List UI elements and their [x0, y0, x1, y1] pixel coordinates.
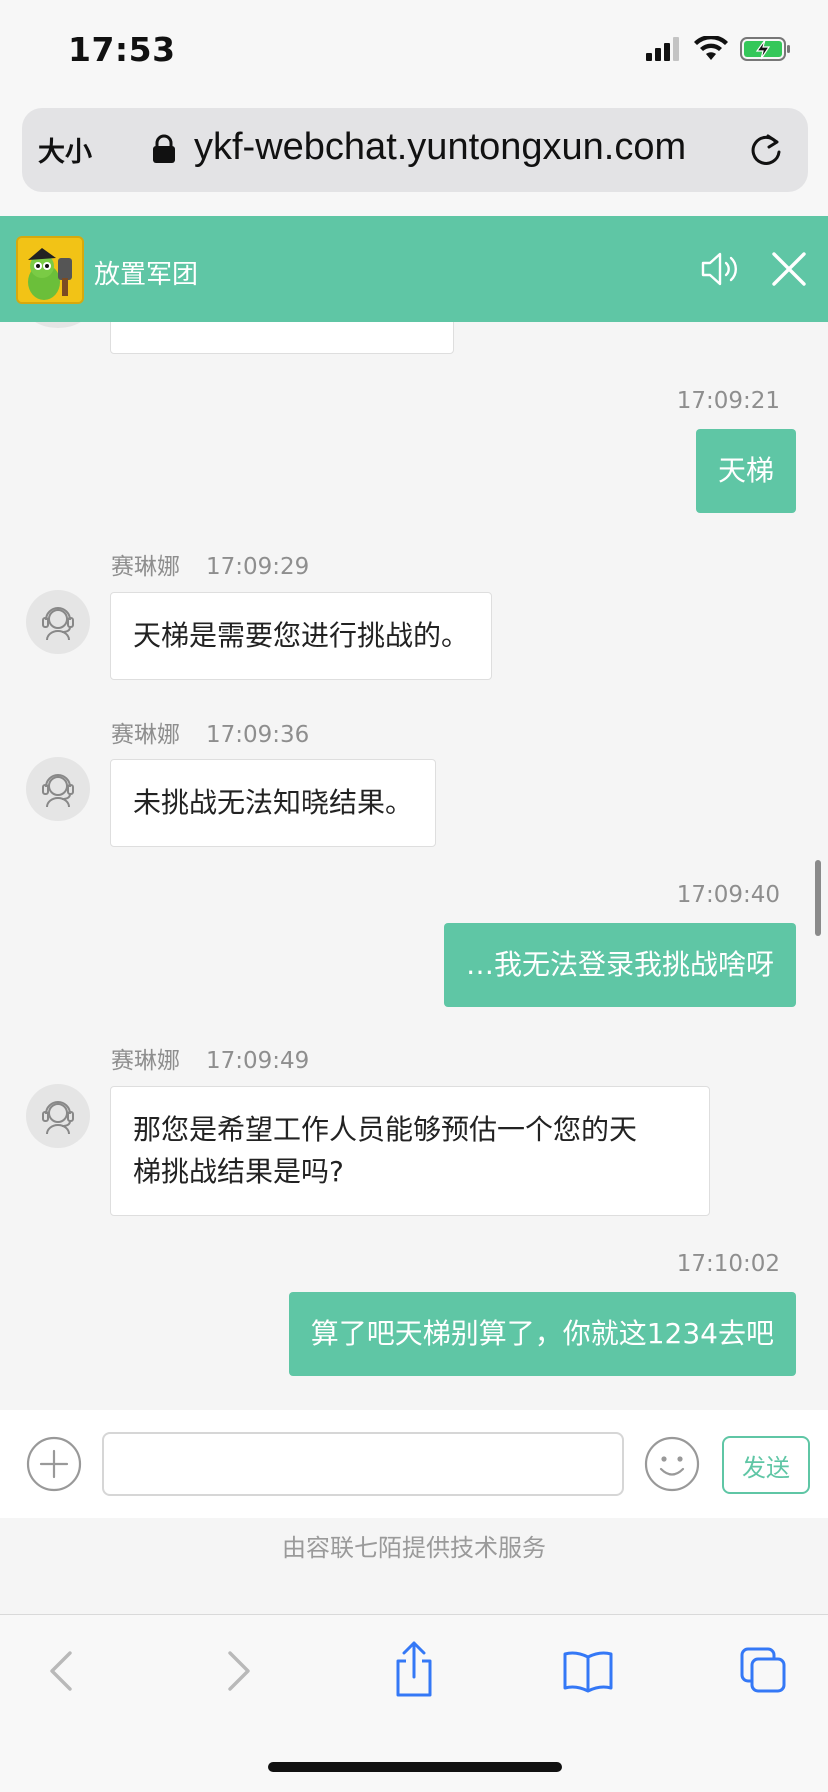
agent-message-line: 那您是希望工作人员能够预估一个您的天 [133, 1113, 638, 1146]
user-message-bubble: 天梯 [695, 429, 796, 513]
agent-avatar [26, 322, 90, 328]
forward-arrow-icon[interactable] [224, 1647, 254, 1695]
agent-message-bubble: 未挑战无法知晓结果。 [110, 759, 437, 847]
agent-name: 赛琳娜 [111, 554, 180, 580]
user-message-bubble: 算了吧天梯别算了，你就这1234去吧 [288, 1292, 796, 1376]
emoji-icon[interactable] [644, 1436, 700, 1492]
chat-header: 放置军团 [0, 216, 828, 322]
status-icons [646, 36, 792, 62]
message-input[interactable] [102, 1432, 624, 1496]
agent-message-line: 梯挑战结果是吗? [133, 1155, 344, 1188]
wifi-icon [694, 36, 728, 60]
game-character-logo [18, 238, 82, 302]
agent-avatar [26, 590, 90, 654]
scrollbar-thumb[interactable] [815, 860, 821, 936]
customer-service-headset-icon [42, 774, 74, 808]
url-text[interactable]: ykf-webchat.yuntongxun.com [194, 126, 686, 169]
agent-meta: 赛琳娜 17:09:49 [111, 1041, 309, 1075]
customer-service-headset-icon [42, 607, 74, 641]
battery-charging-icon [740, 37, 790, 61]
tabs-icon[interactable] [738, 1645, 788, 1695]
message-timestamp: 17:09:36 [206, 722, 310, 748]
chat-title: 放置军团 [94, 260, 199, 290]
message-timestamp: 17:09:29 [206, 554, 310, 580]
close-icon[interactable] [770, 250, 808, 288]
text-size-button[interactable]: 大小 [38, 130, 92, 169]
bookmarks-icon[interactable] [562, 1649, 614, 1693]
speaker-icon[interactable] [700, 250, 742, 288]
back-arrow-icon[interactable] [46, 1647, 76, 1695]
home-indicator [268, 1762, 562, 1772]
message-list[interactable]: 17:09:21 天梯 赛琳娜 17:09:29 天梯是需要您进行挑战的。 赛琳娜… [0, 322, 828, 1410]
cellular-signal-icon [646, 37, 679, 61]
send-button[interactable]: 发送 [722, 1436, 810, 1494]
agent-message-bubble: 天梯是需要您进行挑战的。 [110, 592, 493, 680]
agent-message-bubble: 那您是希望工作人员能够预估一个您的天 梯挑战结果是吗? [110, 1086, 710, 1216]
message-bubble-partial [110, 322, 454, 354]
agent-avatar [26, 1084, 90, 1148]
user-message-bubble: …我无法登录我挑战啥呀 [443, 923, 796, 1007]
input-bar: 发送 [0, 1410, 828, 1518]
add-icon[interactable] [26, 1436, 82, 1492]
agent-name: 赛琳娜 [111, 722, 180, 748]
share-icon[interactable] [390, 1639, 438, 1699]
agent-avatar [26, 757, 90, 821]
message-timestamp: 17:09:21 [676, 388, 780, 414]
status-time: 17:53 [68, 30, 176, 69]
app-logo [16, 236, 84, 304]
powered-by-text: 由容联七陌提供技术服务 [282, 1534, 546, 1562]
address-bar[interactable]: 大小 ykf-webchat.yuntongxun.com [22, 108, 808, 192]
reload-icon[interactable] [746, 130, 786, 170]
browser-address-area: 大小 ykf-webchat.yuntongxun.com [0, 104, 828, 216]
agent-meta: 赛琳娜 17:09:29 [111, 547, 309, 581]
message-timestamp: 17:09:49 [206, 1048, 310, 1074]
agent-name: 赛琳娜 [111, 1048, 180, 1074]
status-bar: 17:53 [0, 0, 828, 104]
customer-service-headset-icon [42, 1101, 74, 1135]
message-timestamp: 17:10:02 [676, 1251, 780, 1277]
agent-meta: 赛琳娜 17:09:36 [111, 715, 309, 749]
message-timestamp: 17:09:40 [676, 882, 780, 908]
lock-icon [153, 134, 175, 163]
